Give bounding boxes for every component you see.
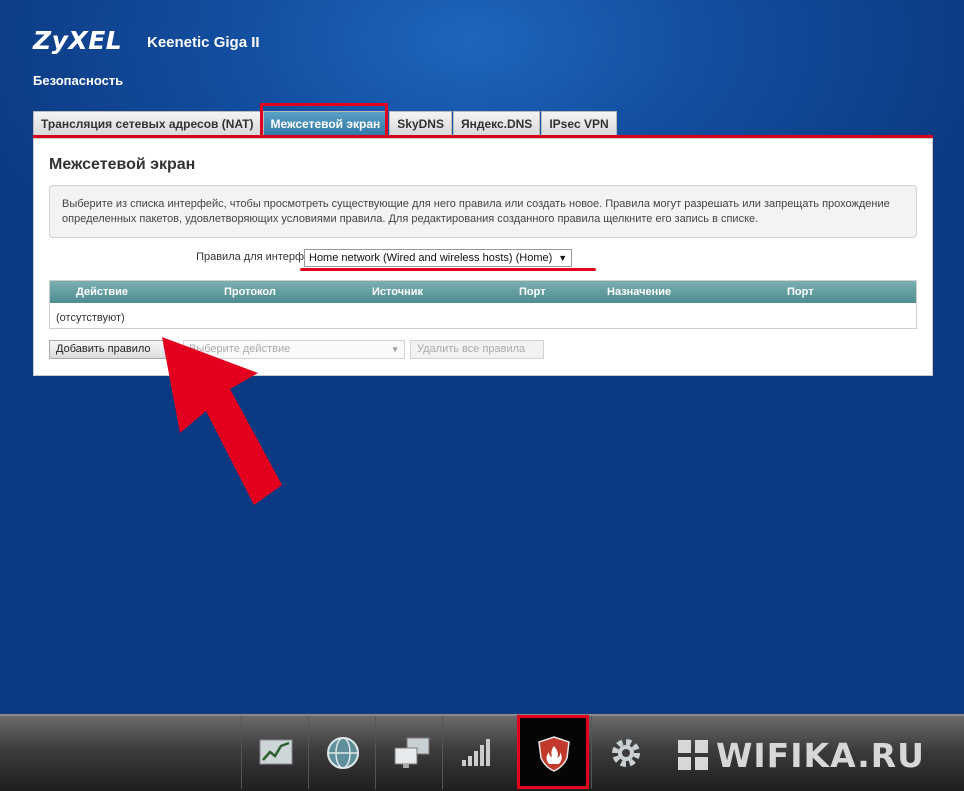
signal-bars-icon <box>462 739 490 766</box>
chart-icon <box>259 739 293 765</box>
dropdown-arrow-icon: ▼ <box>558 253 568 263</box>
nav-wifi[interactable] <box>442 716 509 789</box>
nav-home-network[interactable] <box>375 716 442 789</box>
empty-row: (отсутствуют) <box>56 312 125 324</box>
nav-system[interactable] <box>591 716 658 789</box>
device-model: Keenetic Giga II <box>147 34 260 51</box>
tab-yandex-dns[interactable]: Яндекс.DNS <box>452 111 541 136</box>
column-header: Источник <box>372 286 424 298</box>
gear-icon <box>612 739 640 767</box>
column-header: Порт <box>519 286 546 298</box>
interface-underline-highlight <box>300 268 596 271</box>
column-header: Действие <box>76 286 128 298</box>
column-header: Назначение <box>607 286 672 298</box>
tab-ipsec-vpn[interactable]: IPsec VPN <box>541 111 617 136</box>
security-highlight-box <box>517 715 589 789</box>
brand-logo: ZyXEL <box>33 26 123 55</box>
nav-internet[interactable] <box>308 716 375 789</box>
nav-monitor[interactable] <box>241 716 308 789</box>
computers-icon <box>394 737 430 768</box>
delete-all-rules-button[interactable]: Удалить все правила <box>410 340 544 359</box>
panel-title: Межсетевой экран <box>49 156 196 173</box>
globe-icon <box>327 737 359 769</box>
info-box: Выберите из списка интерфейс, чтобы прос… <box>49 185 917 238</box>
tab-skydns[interactable]: SkyDNS <box>389 111 452 136</box>
rules-table: Действие Протокол Источник Порт Назначен… <box>49 280 917 329</box>
watermark: WIFIKA.RU <box>678 736 925 775</box>
column-header: Порт <box>787 286 814 298</box>
interface-select-value: Home network (Wired and wireless hosts) … <box>309 252 553 264</box>
interface-select[interactable]: Home network (Wired and wireless hosts) … <box>304 249 573 267</box>
table-header: Действие Протокол Источник Порт Назначен… <box>50 281 916 303</box>
dropdown-arrow-icon: ▼ <box>391 345 399 354</box>
red-arrow-annotation <box>162 337 282 505</box>
watermark-grid-icon <box>678 740 708 770</box>
watermark-text: WIFIKA.RU <box>716 736 925 775</box>
tab-nat[interactable]: Трансляция сетевых адресов (NAT) <box>33 111 262 136</box>
column-header: Протокол <box>224 286 276 298</box>
tab-highlight-box <box>260 103 388 138</box>
section-title: Безопасность <box>33 73 124 88</box>
